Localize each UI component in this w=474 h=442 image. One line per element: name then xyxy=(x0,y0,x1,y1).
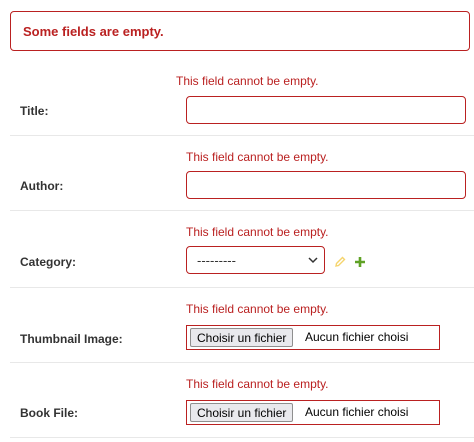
title-label: Title: xyxy=(20,104,49,118)
row-divider xyxy=(10,287,474,288)
book-file-label: Book File: xyxy=(20,406,79,420)
row-divider xyxy=(10,437,474,438)
category-label: Category: xyxy=(20,255,77,269)
title-input[interactable] xyxy=(186,96,466,124)
row-divider xyxy=(10,362,474,363)
thumbnail-choose-file-button[interactable]: Choisir un fichier xyxy=(190,328,294,347)
book-file-status: Aucun fichier choisi xyxy=(305,405,409,419)
title-error: This field cannot be empty. xyxy=(176,74,319,88)
book-file-input[interactable]: Choisir un fichier Aucun fichier choisi xyxy=(186,400,440,425)
book-file-choose-file-button[interactable]: Choisir un fichier xyxy=(190,403,294,422)
category-error: This field cannot be empty. xyxy=(186,225,329,239)
pencil-icon[interactable] xyxy=(333,255,347,269)
category-selected-value: --------- xyxy=(197,252,236,268)
chevron-down-icon xyxy=(308,257,318,264)
thumbnail-file-input[interactable]: Choisir un fichier Aucun fichier choisi xyxy=(186,325,440,350)
author-input[interactable] xyxy=(186,171,466,199)
thumbnail-label: Thumbnail Image: xyxy=(20,332,123,346)
thumbnail-file-status: Aucun fichier choisi xyxy=(305,330,409,344)
row-divider xyxy=(10,135,474,136)
author-label: Author: xyxy=(20,179,64,193)
thumbnail-error: This field cannot be empty. xyxy=(186,302,329,316)
row-divider xyxy=(10,210,474,211)
author-error: This field cannot be empty. xyxy=(186,150,329,164)
plus-icon[interactable] xyxy=(353,255,367,269)
error-note: Some fields are empty. xyxy=(10,11,470,51)
book-file-error: This field cannot be empty. xyxy=(186,377,329,391)
category-select[interactable]: --------- xyxy=(186,246,325,274)
